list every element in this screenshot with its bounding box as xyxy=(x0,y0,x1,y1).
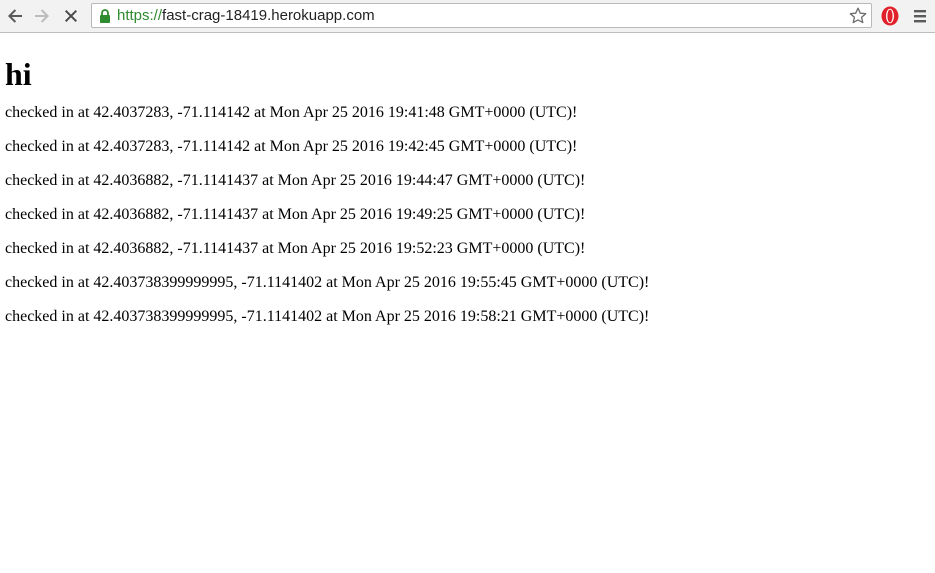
forward-arrow-icon xyxy=(35,9,49,23)
checkin-entry: checked in at 42.4036882, -71.1141437 at… xyxy=(5,206,586,223)
opera-extension-button[interactable] xyxy=(879,4,901,28)
page-content: hi checked in at 42.4037283, -71.114142 … xyxy=(5,34,930,342)
page-heading: hi xyxy=(5,56,32,92)
stop-button[interactable] xyxy=(60,5,82,27)
stop-icon xyxy=(65,10,77,22)
hamburger-menu-icon xyxy=(914,10,926,23)
url-scheme: https:// xyxy=(117,7,163,24)
url-text: https://fast-crag-18419.herokuapp.com xyxy=(117,7,375,25)
browser-menu-button[interactable] xyxy=(910,7,930,25)
star-icon[interactable] xyxy=(848,6,868,26)
back-button[interactable] xyxy=(4,5,26,27)
opera-extension-icon xyxy=(881,6,899,26)
checkin-list: checked in at 42.4037283, -71.114142 at … xyxy=(5,104,930,342)
checkin-entry: checked in at 42.403738399999995, -71.11… xyxy=(5,308,650,325)
browser-toolbar: https://fast-crag-18419.herokuapp.com xyxy=(0,0,935,33)
checkin-entry: checked in at 42.4037283, -71.114142 at … xyxy=(5,104,578,121)
url-host: fast-crag-18419.herokuapp.com xyxy=(162,7,375,24)
checkin-entry: checked in at 42.4037283, -71.114142 at … xyxy=(5,138,578,155)
forward-button[interactable] xyxy=(31,5,53,27)
address-bar[interactable]: https://fast-crag-18419.herokuapp.com xyxy=(91,3,872,28)
checkin-entry: checked in at 42.4036882, -71.1141437 at… xyxy=(5,172,586,189)
checkin-entry: checked in at 42.4036882, -71.1141437 at… xyxy=(5,240,586,257)
lock-icon xyxy=(100,9,110,23)
back-arrow-icon xyxy=(8,9,22,23)
checkin-entry: checked in at 42.403738399999995, -71.11… xyxy=(5,274,650,291)
